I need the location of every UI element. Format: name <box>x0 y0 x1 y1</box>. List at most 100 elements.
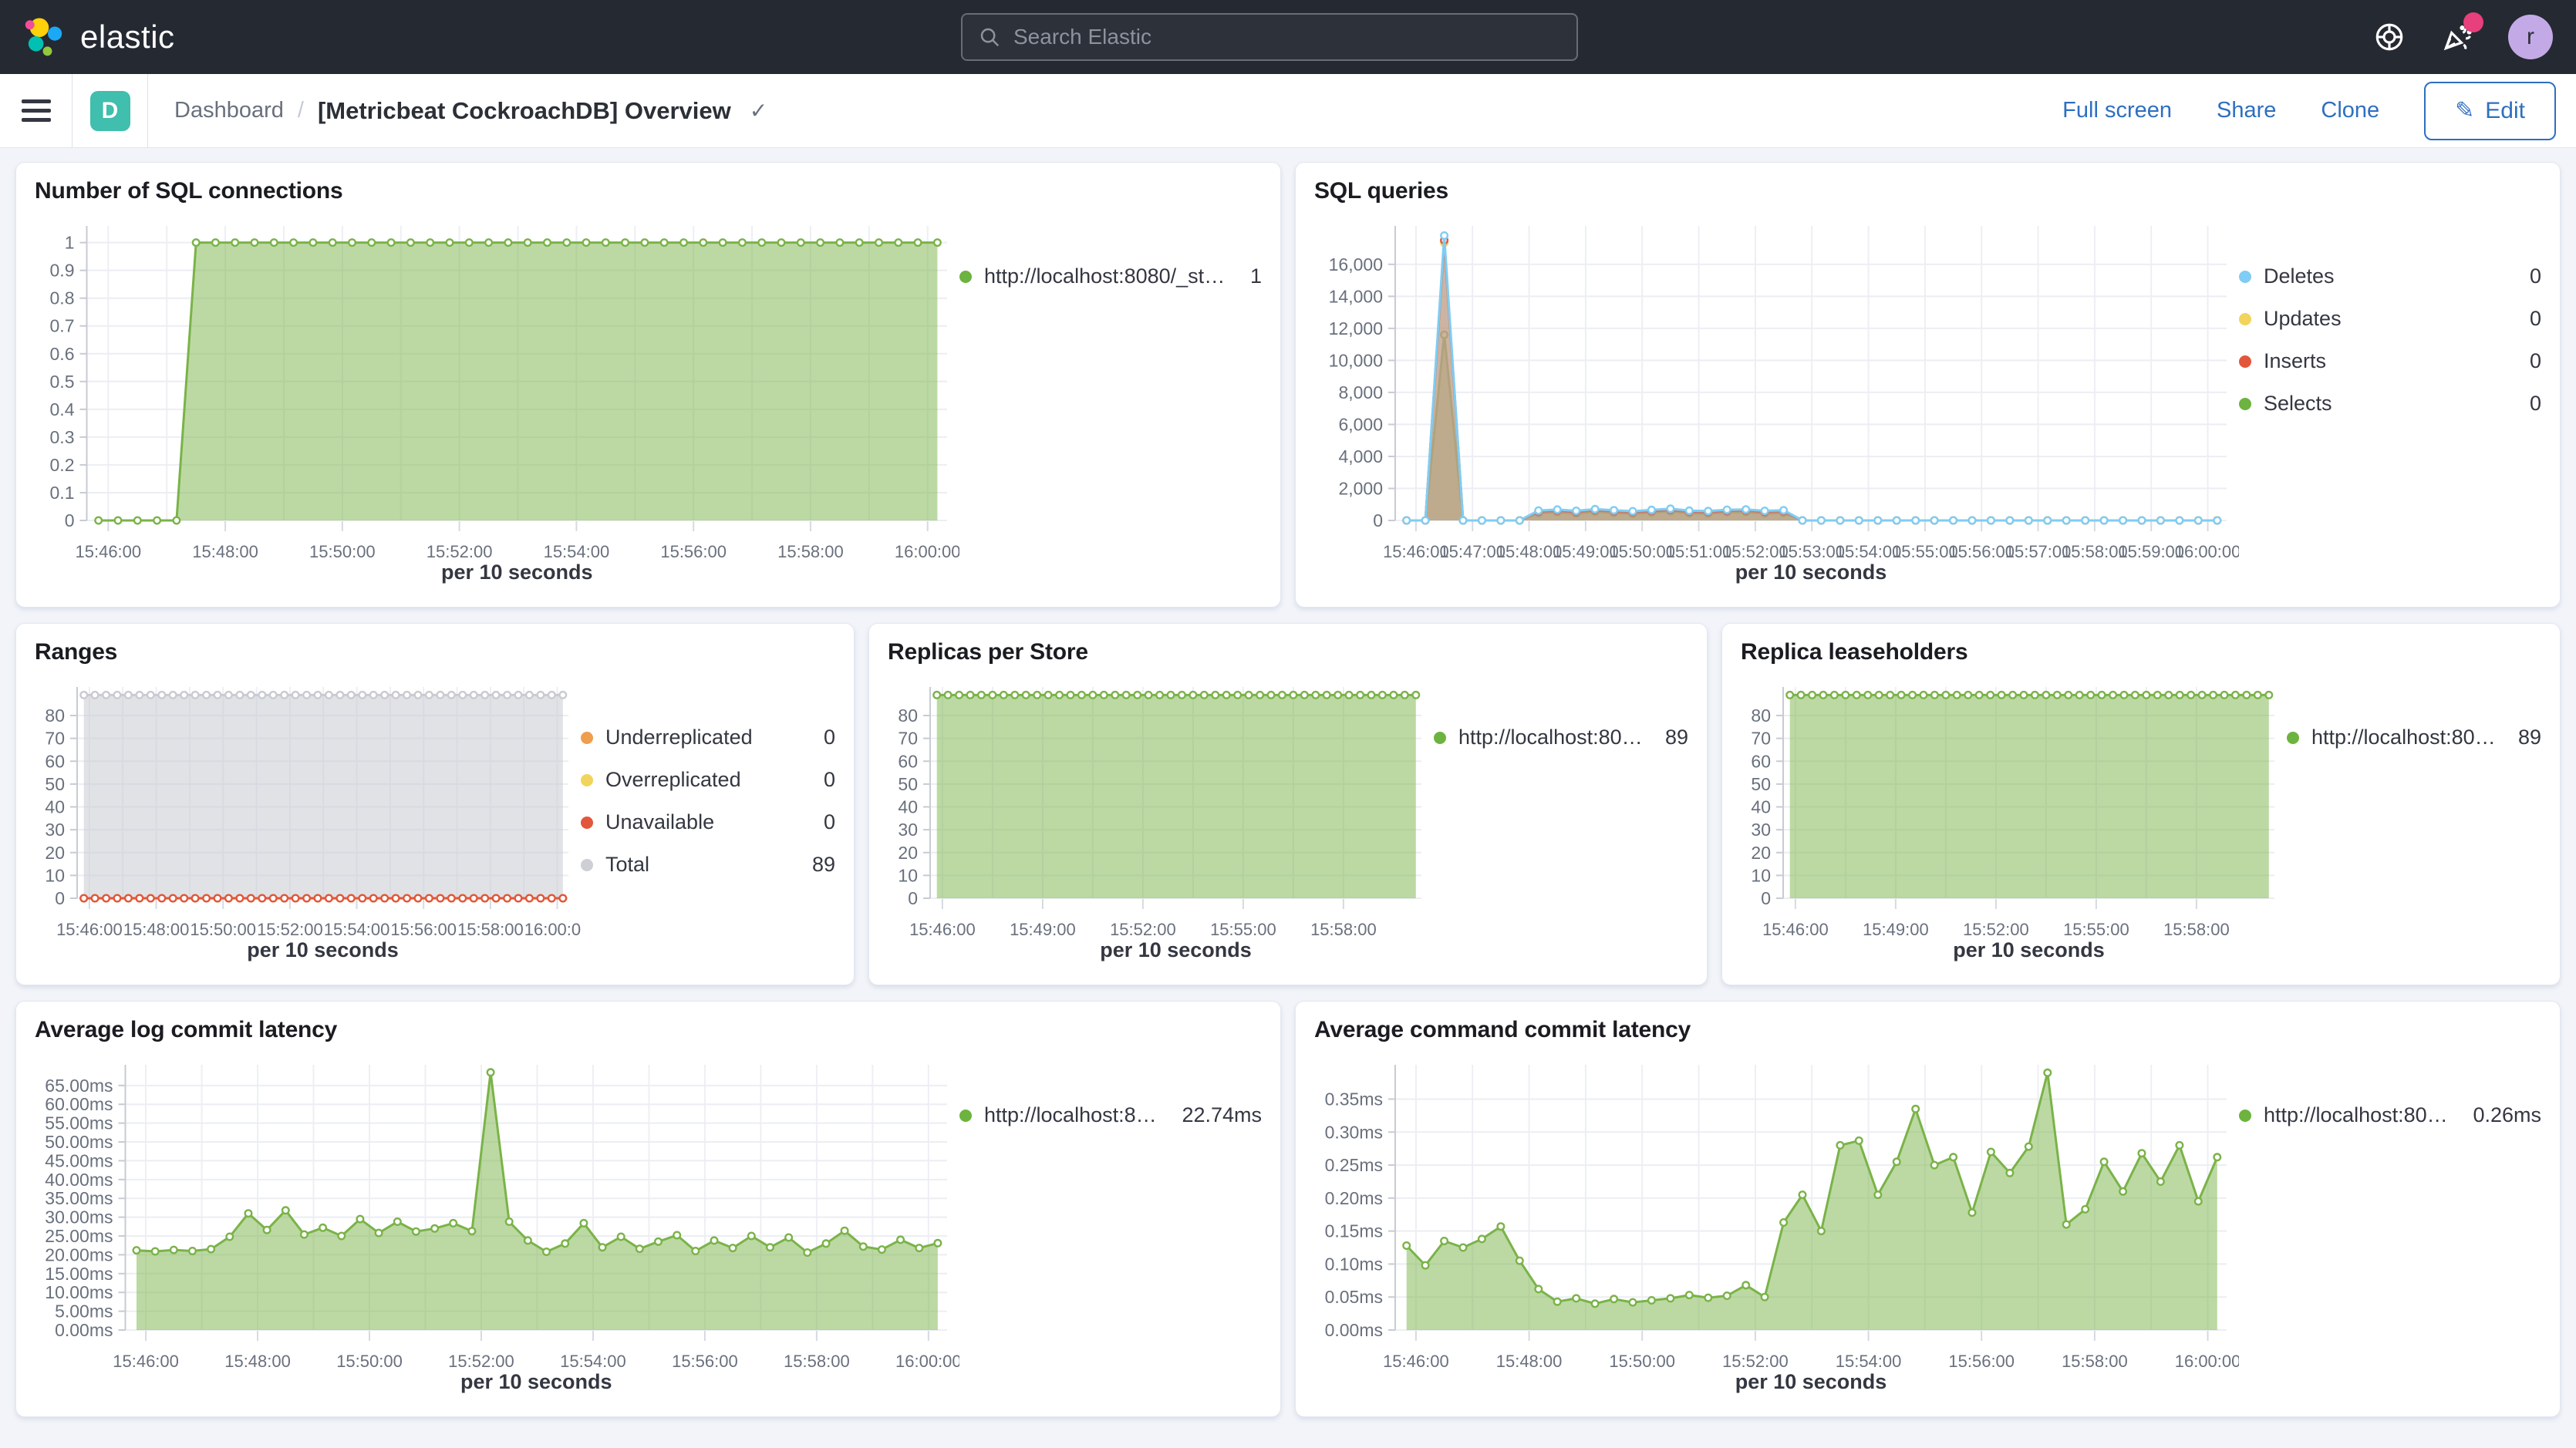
svg-text:8,000: 8,000 <box>1338 382 1383 402</box>
legend-series-label: http://localhost:808... <box>984 1103 1162 1127</box>
svg-text:40.00ms: 40.00ms <box>45 1170 113 1190</box>
svg-text:15:52:00: 15:52:00 <box>257 920 323 939</box>
legend-item[interactable]: Selects0 <box>2239 392 2541 416</box>
svg-text:50: 50 <box>1751 774 1771 794</box>
legend-item[interactable]: Inserts0 <box>2239 349 2541 373</box>
svg-text:per 10 seconds: per 10 seconds <box>1953 938 2105 961</box>
svg-text:0.00ms: 0.00ms <box>55 1320 113 1340</box>
svg-text:10.00ms: 10.00ms <box>45 1282 113 1302</box>
legend-item[interactable]: Overreplicated0 <box>581 768 835 792</box>
share-button[interactable]: Share <box>2217 98 2276 123</box>
svg-text:30: 30 <box>898 820 918 840</box>
replica-leaseholders-chart[interactable]: 0102030405060708015:46:0015:49:0015:52:0… <box>1741 665 2287 969</box>
svg-text:70: 70 <box>898 729 918 749</box>
svg-text:15:48:00: 15:48:00 <box>123 920 190 939</box>
svg-text:15:46:00: 15:46:00 <box>76 542 142 561</box>
svg-text:16:00:00: 16:00:00 <box>524 920 581 939</box>
svg-text:0.05ms: 0.05ms <box>1325 1287 1383 1307</box>
full-screen-button[interactable]: Full screen <box>2062 98 2172 123</box>
svg-text:15:58:00: 15:58:00 <box>777 542 844 561</box>
svg-text:15:54:00: 15:54:00 <box>324 920 390 939</box>
legend-item[interactable]: http://localhost:8080/_sta...89 <box>1434 726 1688 749</box>
legend-item[interactable]: Updates0 <box>2239 307 2541 331</box>
svg-text:15:54:00: 15:54:00 <box>544 542 610 561</box>
svg-text:per 10 seconds: per 10 seconds <box>1735 561 1887 584</box>
breadcrumb-dashboard-link[interactable]: Dashboard <box>174 98 284 123</box>
legend-series-value: 89 <box>1657 726 1688 749</box>
clone-button[interactable]: Clone <box>2321 98 2379 123</box>
legend-series-dot-icon <box>2239 313 2251 325</box>
legend-series-dot-icon <box>581 859 593 871</box>
svg-text:30.00ms: 30.00ms <box>45 1207 113 1227</box>
legend-series-value: 0 <box>2522 392 2541 416</box>
panel-ranges: Ranges 0102030405060708015:46:0015:48:00… <box>15 623 855 985</box>
svg-text:15:55:00: 15:55:00 <box>2063 920 2129 939</box>
panel-sql-queries: SQL queries 02,0004,0006,0008,00010,0001… <box>1295 162 2561 608</box>
svg-text:5.00ms: 5.00ms <box>55 1302 113 1322</box>
hamburger-menu-icon[interactable] <box>0 74 72 147</box>
title-caret-icon[interactable]: ✓ <box>750 98 767 123</box>
panel-log-commit-latency: Average log commit latency 0.00ms5.00ms1… <box>15 1001 1281 1417</box>
panel-replicas-per-store: Replicas per Store 0102030405060708015:4… <box>868 623 1708 985</box>
legend-item[interactable]: Underreplicated0 <box>581 726 835 749</box>
newsfeed-icon[interactable] <box>2440 20 2474 54</box>
legend-series-label: http://localhost:8080/_stat... <box>984 264 1230 288</box>
legend-item[interactable]: http://localhost:8080/_stat...1 <box>959 264 1262 288</box>
elastic-logo[interactable]: elastic <box>23 15 175 59</box>
dashboard-toolbar: D Dashboard / [Metricbeat CockroachDB] O… <box>0 74 2576 148</box>
svg-text:15:52:00: 15:52:00 <box>1110 920 1176 939</box>
replicas-per-store-chart[interactable]: 0102030405060708015:46:0015:49:0015:52:0… <box>888 665 1434 969</box>
panel-title: Number of SQL connections <box>35 178 1262 204</box>
sql-queries-chart[interactable]: 02,0004,0006,0008,00010,00012,00014,0001… <box>1314 204 2239 591</box>
legend-item[interactable]: Deletes0 <box>2239 264 2541 288</box>
dashboard-app-badge[interactable]: D <box>90 91 130 131</box>
svg-text:15:54:00: 15:54:00 <box>1836 1352 1902 1371</box>
panel-command-commit-latency: Average command commit latency 0.00ms0.0… <box>1295 1001 2561 1417</box>
svg-text:15:58:00: 15:58:00 <box>2062 1352 2128 1371</box>
svg-text:50: 50 <box>898 774 918 794</box>
svg-text:0.5: 0.5 <box>50 372 75 392</box>
search-icon <box>978 25 1001 49</box>
svg-text:15:50:00: 15:50:00 <box>336 1352 403 1371</box>
help-icon[interactable] <box>2372 20 2406 54</box>
svg-text:20: 20 <box>45 843 65 863</box>
svg-text:6,000: 6,000 <box>1338 414 1383 434</box>
legend-item[interactable]: Total89 <box>581 853 835 877</box>
svg-text:15:56:00: 15:56:00 <box>672 1352 738 1371</box>
log-commit-latency-chart[interactable]: 0.00ms5.00ms10.00ms15.00ms20.00ms25.00ms… <box>35 1043 959 1401</box>
legend-series-dot-icon <box>1434 732 1446 744</box>
chart-legend: http://localhost:8080/_sta...89 <box>2287 665 2541 969</box>
legend-item[interactable]: http://localhost:8080...0.26ms <box>2239 1103 2541 1127</box>
svg-text:16,000: 16,000 <box>1329 254 1383 274</box>
svg-text:per 10 seconds: per 10 seconds <box>1100 938 1252 961</box>
search-placeholder: Search Elastic <box>1013 25 1151 49</box>
svg-text:15:58:00: 15:58:00 <box>457 920 524 939</box>
svg-text:0.2: 0.2 <box>50 455 75 475</box>
svg-text:10: 10 <box>45 865 65 885</box>
svg-text:per 10 seconds: per 10 seconds <box>247 938 399 961</box>
svg-text:1: 1 <box>65 233 75 253</box>
legend-series-dot-icon <box>959 1110 972 1122</box>
avatar-initial: r <box>2527 24 2534 50</box>
svg-text:0.30ms: 0.30ms <box>1325 1122 1383 1142</box>
legend-item[interactable]: Unavailable0 <box>581 810 835 834</box>
legend-series-value: 0 <box>816 768 835 792</box>
global-search-input[interactable]: Search Elastic <box>961 13 1578 61</box>
svg-text:16:00:00: 16:00:00 <box>2175 542 2239 561</box>
svg-text:70: 70 <box>1751 729 1771 749</box>
legend-series-dot-icon <box>2239 398 2251 410</box>
svg-text:15:50:00: 15:50:00 <box>309 542 376 561</box>
svg-text:2,000: 2,000 <box>1338 478 1383 498</box>
svg-text:60: 60 <box>1751 751 1771 771</box>
user-avatar[interactable]: r <box>2508 15 2553 59</box>
svg-text:15:58:00: 15:58:00 <box>2163 920 2230 939</box>
sql-connections-chart[interactable]: 00.10.20.30.40.50.60.70.80.9115:46:0015:… <box>35 204 959 591</box>
legend-item[interactable]: http://localhost:808...22.74ms <box>959 1103 1262 1127</box>
page-title: [Metricbeat CockroachDB] Overview <box>318 97 731 125</box>
edit-button[interactable]: ✎ Edit <box>2424 82 2556 140</box>
legend-item[interactable]: http://localhost:8080/_sta...89 <box>2287 726 2541 749</box>
svg-text:50: 50 <box>45 774 65 794</box>
legend-series-value: 0 <box>2522 264 2541 288</box>
command-commit-latency-chart[interactable]: 0.00ms0.05ms0.10ms0.15ms0.20ms0.25ms0.30… <box>1314 1043 2239 1401</box>
ranges-chart[interactable]: 0102030405060708015:46:0015:48:0015:50:0… <box>35 665 581 969</box>
